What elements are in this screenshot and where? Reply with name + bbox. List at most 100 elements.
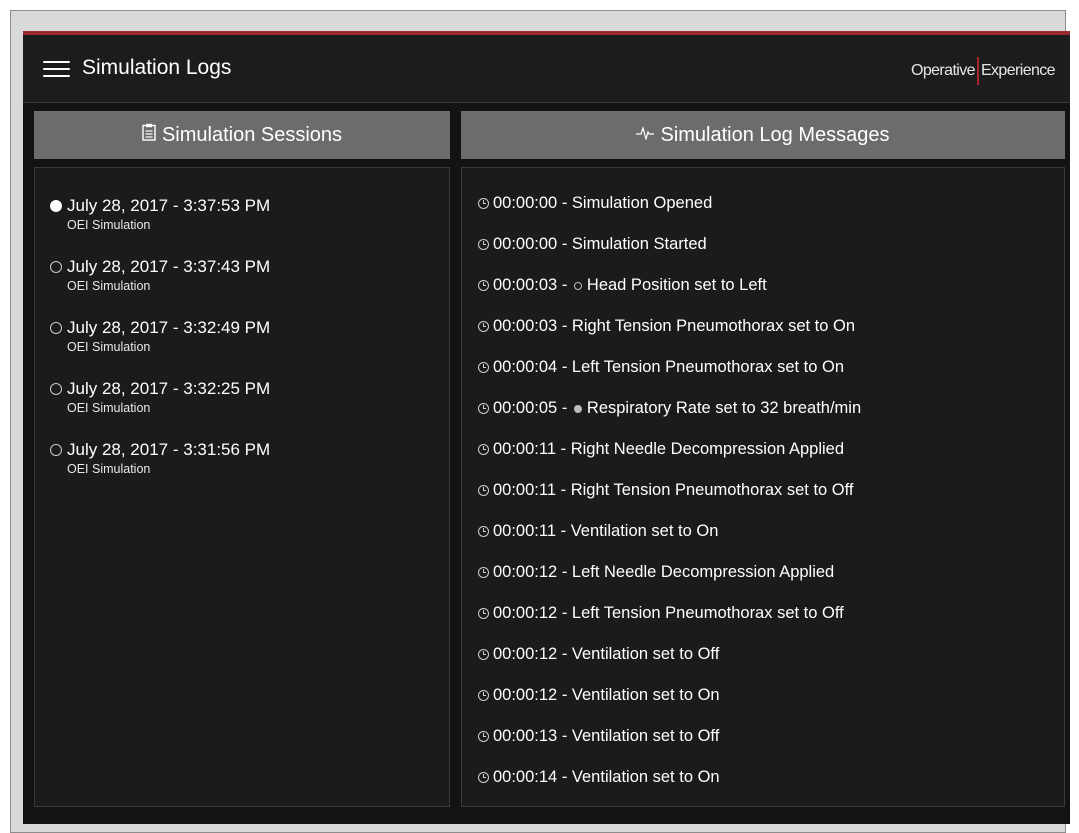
session-radio-button[interactable] bbox=[50, 444, 62, 456]
log-message: 00:00:04 - Left Tension Pneumothorax set… bbox=[478, 358, 844, 377]
log-text: Simulation Opened bbox=[571, 194, 713, 212]
log-time: 00:00:03 bbox=[493, 276, 558, 294]
clock-icon bbox=[478, 198, 489, 209]
page-title: Simulation Logs bbox=[82, 56, 232, 79]
log-message: 00:00:11 - Right Needle Decompression Ap… bbox=[478, 440, 844, 459]
log-text: Ventilation set to Off bbox=[571, 727, 720, 745]
log-separator: - bbox=[557, 686, 572, 704]
clipboard-icon bbox=[142, 123, 156, 147]
log-time: 00:00:03 bbox=[493, 317, 558, 335]
session-datetime: July 28, 2017 - 3:32:25 PM bbox=[67, 379, 271, 398]
log-separator: - bbox=[556, 481, 571, 499]
session-datetime: July 28, 2017 - 3:32:49 PM bbox=[67, 318, 271, 337]
log-separator: - bbox=[557, 563, 572, 581]
log-message: 00:00:05 - Respiratory Rate set to 32 br… bbox=[478, 399, 861, 418]
log-time: 00:00:12 bbox=[493, 686, 558, 704]
session-datetime: July 28, 2017 - 3:37:53 PM bbox=[67, 196, 271, 215]
clock-icon bbox=[478, 526, 489, 537]
log-text: Right Needle Decompression Applied bbox=[570, 440, 845, 458]
log-time: 00:00:00 bbox=[493, 194, 558, 212]
log-text: Ventilation set to On bbox=[571, 768, 720, 786]
brand-logo: Operative Experience bbox=[910, 57, 1056, 85]
log-message: 00:00:03 - Right Tension Pneumothorax se… bbox=[478, 317, 855, 336]
session-subtitle: OEI Simulation bbox=[67, 462, 151, 476]
log-text: Ventilation set to Off bbox=[571, 645, 720, 663]
session-radio-button[interactable] bbox=[50, 322, 62, 334]
log-text: Left Needle Decompression Applied bbox=[571, 563, 835, 581]
log-messages-list: 00:00:00 - Simulation Opened 00:00:00 - S… bbox=[461, 167, 1065, 807]
clock-icon bbox=[478, 690, 489, 701]
session-subtitle: OEI Simulation bbox=[67, 401, 151, 415]
log-separator: - bbox=[557, 235, 572, 253]
session-radio-button[interactable] bbox=[50, 200, 62, 212]
log-text: Right Tension Pneumothorax set to Off bbox=[570, 481, 854, 499]
log-message: 00:00:12 - Ventilation set to Off bbox=[478, 645, 719, 664]
clock-icon bbox=[478, 772, 489, 783]
log-text: Head Position set to Left bbox=[586, 276, 767, 294]
log-time: 00:00:13 bbox=[493, 727, 558, 745]
log-time: 00:00:11 bbox=[493, 481, 557, 499]
session-subtitle: OEI Simulation bbox=[67, 340, 151, 354]
clock-icon bbox=[478, 485, 489, 496]
log-time: 00:00:14 bbox=[493, 768, 558, 786]
brand-logo-right: Experience bbox=[980, 62, 1056, 79]
sessions-panel-header: Simulation Sessions bbox=[34, 111, 450, 159]
sessions-panel-title: Simulation Sessions bbox=[161, 123, 343, 146]
log-message: 00:00:00 - Simulation Started bbox=[478, 235, 707, 254]
log-message: 00:00:12 - Left Needle Decompression App… bbox=[478, 563, 834, 582]
activity-pulse-icon bbox=[636, 124, 655, 146]
session-datetime: July 28, 2017 - 3:37:43 PM bbox=[67, 257, 271, 276]
session-item[interactable]: July 28, 2017 - 3:37:43 PM OEI Simulation bbox=[50, 257, 270, 293]
log-text: Left Tension Pneumothorax set to On bbox=[571, 358, 845, 376]
session-radio-button[interactable] bbox=[50, 383, 62, 395]
clock-icon bbox=[478, 403, 489, 414]
log-message: 00:00:11 - Right Tension Pneumothorax se… bbox=[478, 481, 854, 500]
clock-icon bbox=[478, 731, 489, 742]
session-item[interactable]: July 28, 2017 - 3:37:53 PM OEI Simulation bbox=[50, 196, 270, 232]
top-bar: Simulation Logs Operative Experience bbox=[23, 35, 1070, 103]
hamburger-menu-icon[interactable] bbox=[43, 58, 70, 78]
log-time: 00:00:05 bbox=[493, 399, 558, 417]
log-text: Ventilation set to On bbox=[570, 522, 719, 540]
log-time: 00:00:04 bbox=[493, 358, 558, 376]
hollow-circle-icon bbox=[573, 281, 582, 290]
app-window: Simulation Logs Operative Experience Sim… bbox=[23, 31, 1070, 824]
log-text: Left Tension Pneumothorax set to Off bbox=[571, 604, 844, 622]
log-time: 00:00:00 bbox=[493, 235, 558, 253]
clock-icon bbox=[478, 362, 489, 373]
log-message: 00:00:00 - Simulation Opened bbox=[478, 194, 712, 213]
clock-icon bbox=[478, 444, 489, 455]
log-separator: - bbox=[557, 358, 572, 376]
brand-divider bbox=[976, 57, 979, 85]
log-message: 00:00:12 - Left Tension Pneumothorax set… bbox=[478, 604, 844, 623]
log-message: 00:00:11 - Ventilation set to On bbox=[478, 522, 718, 541]
session-item[interactable]: July 28, 2017 - 3:32:25 PM OEI Simulation bbox=[50, 379, 270, 415]
sessions-list: July 28, 2017 - 3:37:53 PM OEI Simulation… bbox=[34, 167, 450, 807]
session-subtitle: OEI Simulation bbox=[67, 279, 151, 293]
log-separator: - bbox=[557, 276, 572, 294]
log-separator: - bbox=[557, 194, 572, 212]
session-datetime: July 28, 2017 - 3:31:56 PM bbox=[67, 440, 271, 459]
session-item[interactable]: July 28, 2017 - 3:31:56 PM OEI Simulation bbox=[50, 440, 270, 476]
brand-logo-left: Operative bbox=[910, 62, 976, 79]
log-separator: - bbox=[557, 604, 572, 622]
clock-icon bbox=[478, 649, 489, 660]
log-separator: - bbox=[556, 522, 571, 540]
log-separator: - bbox=[557, 317, 572, 335]
log-time: 00:00:11 bbox=[493, 440, 557, 458]
log-time: 00:00:11 bbox=[493, 522, 557, 540]
log-panel-header: Simulation Log Messages bbox=[461, 111, 1065, 159]
log-separator: - bbox=[556, 440, 571, 458]
log-separator: - bbox=[557, 768, 572, 786]
log-message: 00:00:13 - Ventilation set to Off bbox=[478, 727, 719, 746]
log-text: Respiratory Rate set to 32 breath/min bbox=[586, 399, 862, 417]
log-message: 00:00:12 - Ventilation set to On bbox=[478, 686, 720, 705]
session-radio-button[interactable] bbox=[50, 261, 62, 273]
session-subtitle: OEI Simulation bbox=[67, 218, 151, 232]
clock-icon bbox=[478, 239, 489, 250]
session-item[interactable]: July 28, 2017 - 3:32:49 PM OEI Simulation bbox=[50, 318, 270, 354]
clock-icon bbox=[478, 608, 489, 619]
filled-circle-icon bbox=[573, 404, 582, 413]
clock-icon bbox=[478, 321, 489, 332]
clock-icon bbox=[478, 567, 489, 578]
